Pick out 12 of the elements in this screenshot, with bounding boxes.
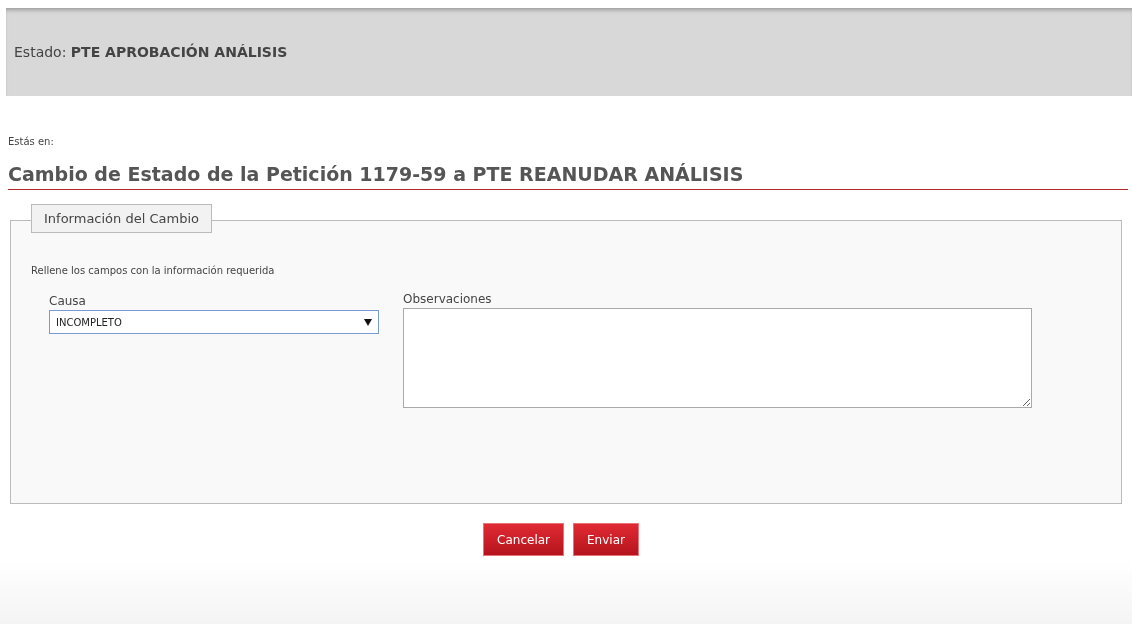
- field-label: Causa: [49, 294, 86, 308]
- dropdown-arrow-icon: [364, 318, 372, 326]
- panel-legend: Información del Cambio: [31, 204, 212, 233]
- textarea-field[interactable]: [403, 308, 1032, 408]
- field-label: Observaciones: [403, 292, 492, 306]
- select-field[interactable]: INCOMPLETO: [49, 310, 379, 334]
- send-button[interactable]: Enviar: [573, 523, 639, 556]
- breadcrumb-label: Estás en:: [8, 136, 54, 147]
- status-text: Estado: PTE APROBACIÓN ANÁLISIS: [14, 44, 288, 60]
- form-instructions: Rellene los campos con la información requerida: [31, 265, 275, 276]
- page-heading: Cambio de Estado de la Petición 1179-59 a PTE REANUDAR ANÁLISIS: [8, 163, 1128, 190]
- cancel-button[interactable]: Cancelar: [483, 523, 564, 556]
